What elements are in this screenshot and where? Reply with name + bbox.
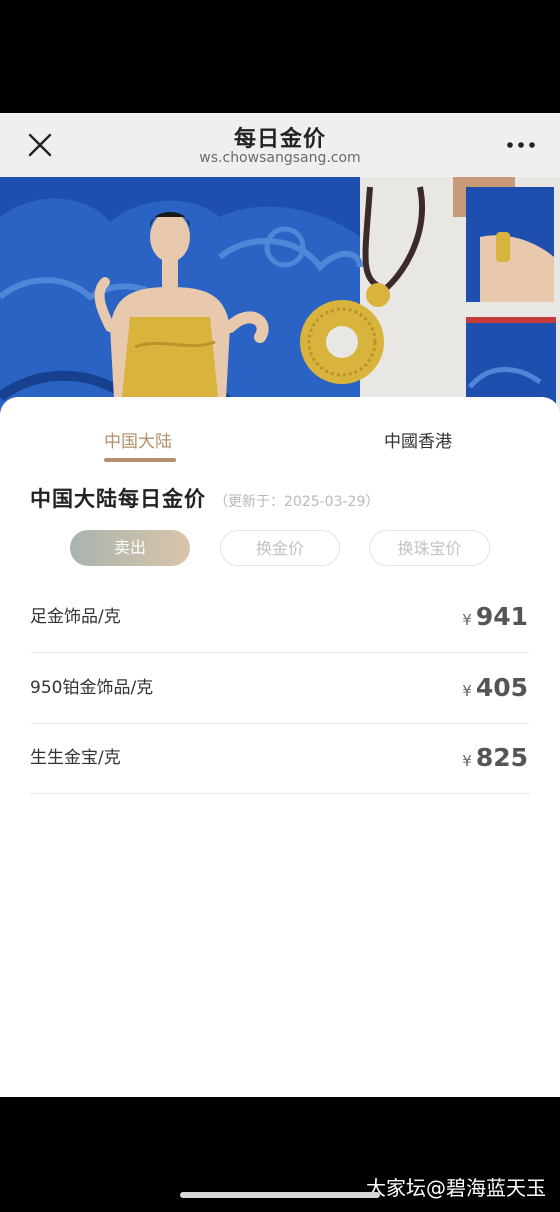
currency-symbol: ¥ xyxy=(462,611,472,629)
price-value: ¥825 xyxy=(462,723,528,796)
filter-exchange-jewelry-button[interactable]: 换珠宝价 xyxy=(369,530,490,566)
price-value: ¥941 xyxy=(462,582,528,655)
page-title: 每日金价 xyxy=(233,127,326,152)
currency-symbol: ¥ xyxy=(462,752,472,770)
tab-hongkong[interactable]: 中國香港 xyxy=(384,427,452,452)
price-row: 950铂金饰品/克 ¥405 xyxy=(30,653,530,724)
price-row: 生生金宝/克 ¥825 xyxy=(30,723,530,794)
price-label: 950铂金饰品/克 xyxy=(30,678,154,698)
update-date: （更新于：2025-03-29） xyxy=(214,494,380,510)
filter-exchange-gold-button[interactable]: 换金价 xyxy=(220,530,340,566)
price-amount: 405 xyxy=(475,673,528,702)
gold-price-sheet: 中国大陆 中國香港 中国大陆每日金价 （更新于：2025-03-29） 卖出 换金… xyxy=(0,397,560,1097)
page-url: ws.chowsangsang.com xyxy=(199,150,361,166)
home-indicator[interactable] xyxy=(180,1192,380,1198)
promo-banner[interactable] xyxy=(0,177,560,417)
watermark-text: 大家坛@碧海蓝天玉 xyxy=(366,1176,546,1200)
active-tab-indicator xyxy=(104,458,176,462)
section-title: 中国大陆每日金价 xyxy=(30,487,206,511)
section-header: 中国大陆每日金价 （更新于：2025-03-29） xyxy=(30,483,379,513)
tab-mainland[interactable]: 中国大陆 xyxy=(104,427,172,452)
nav-bar: 每日金价 ws.chowsangsang.com xyxy=(0,113,560,177)
filter-sell-button[interactable]: 卖出 xyxy=(70,530,190,566)
price-amount: 941 xyxy=(475,602,528,631)
price-row: 足金饰品/克 ¥941 xyxy=(30,582,530,653)
price-value: ¥405 xyxy=(462,653,528,726)
currency-symbol: ¥ xyxy=(462,682,472,700)
price-label: 生生金宝/克 xyxy=(30,748,121,768)
price-label: 足金饰品/克 xyxy=(30,607,121,627)
more-icon[interactable] xyxy=(504,135,538,155)
price-amount: 825 xyxy=(475,743,528,772)
